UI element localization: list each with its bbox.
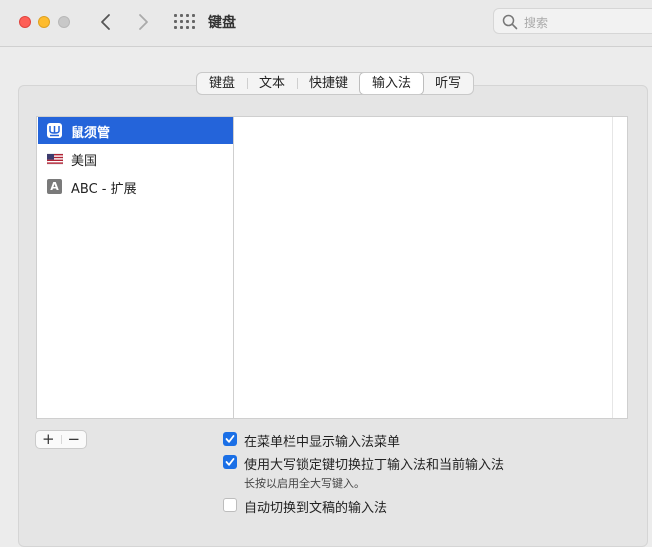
add-remove-control: + − bbox=[35, 430, 87, 449]
show-input-menu-label: 在菜单栏中显示输入法菜单 bbox=[244, 435, 401, 450]
input-source-label: 美国 bbox=[71, 154, 98, 169]
show-all-preferences-button[interactable] bbox=[173, 14, 195, 30]
auto-switch-label: 自动切换到文稿的输入法 bbox=[244, 501, 388, 516]
tab-dictation[interactable]: 听写 bbox=[423, 73, 473, 94]
title-bar: 键盘 搜索 bbox=[0, 0, 652, 47]
abc-extended-icon: A bbox=[47, 179, 62, 194]
search-icon bbox=[502, 14, 518, 30]
close-window-button[interactable] bbox=[19, 16, 31, 28]
input-source-item-abc-extended[interactable]: A ABC - 扩展 bbox=[38, 173, 234, 200]
caps-lock-switch-label: 使用大写锁定键切换拉丁输入法和当前输入法 bbox=[244, 458, 505, 473]
window-title: 键盘 bbox=[208, 15, 236, 31]
search-placeholder: 搜索 bbox=[524, 16, 549, 30]
input-source-item-rime[interactable]: 鼠须管 bbox=[38, 117, 234, 144]
rime-icon bbox=[47, 123, 62, 138]
remove-input-source-button[interactable]: − bbox=[62, 431, 87, 448]
checkmark-icon bbox=[225, 458, 235, 466]
tab-text[interactable]: 文本 bbox=[247, 73, 297, 94]
minimize-window-button[interactable] bbox=[38, 16, 50, 28]
detail-divider bbox=[612, 117, 613, 418]
caps-lock-switch-checkbox[interactable] bbox=[223, 455, 237, 469]
input-source-label: ABC - 扩展 bbox=[71, 182, 137, 197]
back-button[interactable] bbox=[97, 12, 117, 32]
input-source-item-us[interactable]: 美国 bbox=[38, 145, 234, 172]
show-input-menu-checkbox[interactable] bbox=[223, 432, 237, 446]
forward-button[interactable] bbox=[133, 12, 153, 32]
chevron-left-icon bbox=[101, 14, 110, 30]
search-field[interactable]: 搜索 bbox=[493, 8, 652, 34]
caps-lock-note: 长按以启用全大写键入。 bbox=[244, 477, 365, 490]
input-source-label: 鼠须管 bbox=[71, 126, 111, 141]
us-flag-icon bbox=[46, 151, 64, 166]
tab-keyboard[interactable]: 键盘 bbox=[197, 73, 247, 94]
tab-input-sources[interactable]: 输入法 bbox=[359, 73, 425, 94]
add-input-source-button[interactable]: + bbox=[36, 431, 61, 448]
zoom-window-button[interactable] bbox=[58, 16, 70, 28]
tab-shortcuts[interactable]: 快捷键 bbox=[297, 73, 360, 94]
tab-bar: 键盘 文本 快捷键 输入法 听写 bbox=[196, 72, 475, 95]
checkmark-icon bbox=[225, 435, 235, 443]
chevron-right-icon bbox=[139, 14, 148, 30]
auto-switch-checkbox[interactable] bbox=[223, 498, 237, 512]
input-source-list[interactable]: 鼠须管 美国 A ABC - 扩展 bbox=[36, 116, 234, 419]
input-source-detail-pane bbox=[233, 116, 628, 419]
